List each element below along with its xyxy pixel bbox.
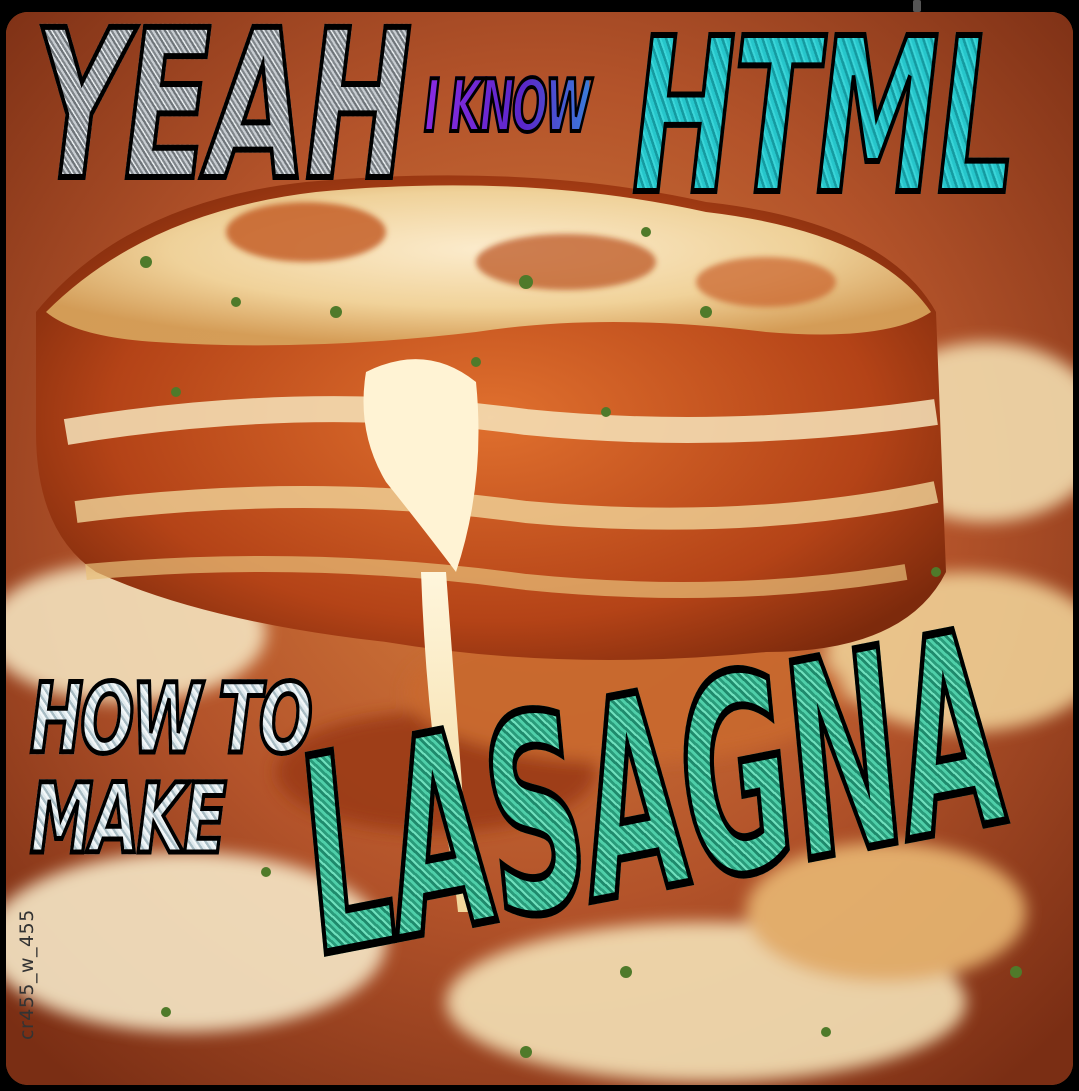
headline-i-know: I KNOW	[423, 64, 593, 148]
subline-make: MAKE	[28, 763, 228, 875]
headline-yeah: YEAH	[32, 0, 414, 226]
subline-how-to: HOW TO	[28, 663, 314, 775]
watermark: cr455_w_455	[16, 909, 38, 1040]
headline-html: HTML	[630, 0, 1018, 242]
meme-frame: YEAH I KNOW HTML HOW TO MAKE LASAGNA cr4…	[0, 0, 1079, 1091]
